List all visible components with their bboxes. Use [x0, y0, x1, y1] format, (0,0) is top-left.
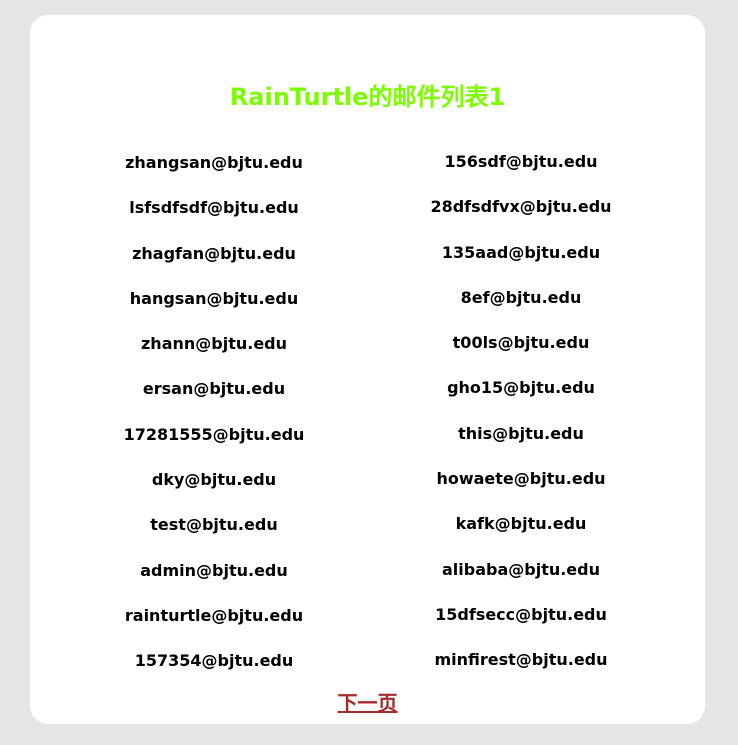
email-item: admin@bjtu.edu [140, 560, 288, 580]
email-list-right-column: 156sdf@bjtu.edu 28dfsdfvx@bjtu.edu 135aa… [398, 152, 644, 696]
email-item: howaete@bjtu.edu [436, 469, 606, 489]
email-item: hangsan@bjtu.edu [129, 288, 299, 308]
email-list-left-column: zhangsan@bjtu.edu lsfsdfsdf@bjtu.edu zha… [90, 153, 338, 697]
email-list-card: RainTurtle的邮件列表1 zhangsan@bjtu.edu lsfsd… [30, 15, 705, 724]
email-item: 156sdf@bjtu.edu [444, 152, 598, 171]
email-item: gho15@bjtu.edu [447, 378, 595, 398]
email-item: this@bjtu.edu [458, 423, 584, 443]
email-item: test@bjtu.edu [150, 515, 278, 535]
email-item: kafk@bjtu.edu [455, 514, 587, 534]
email-item: alibaba@bjtu.edu [441, 559, 600, 579]
email-item: ersan@bjtu.edu [142, 379, 286, 399]
email-item: 28dfsdfvx@bjtu.edu [430, 197, 612, 217]
email-item: 8ef@bjtu.edu [460, 287, 582, 307]
email-item: 135aad@bjtu.edu [441, 242, 601, 262]
email-item: zhann@bjtu.edu [140, 334, 288, 354]
email-item: zhagfan@bjtu.edu [132, 243, 296, 263]
email-item: rainturtle@bjtu.edu [124, 605, 304, 625]
pagination: 下一页 [30, 687, 705, 716]
email-item: 17281555@bjtu.edu [123, 424, 305, 444]
email-item: 15dfsecc@bjtu.edu [435, 604, 607, 624]
email-item: zhangsan@bjtu.edu [125, 153, 303, 172]
page-title: RainTurtle的邮件列表1 [229, 83, 506, 111]
email-item: lsfsdfsdf@bjtu.edu [129, 198, 299, 218]
next-page-link[interactable]: 下一页 [338, 691, 398, 715]
email-item: t00ls@bjtu.edu [452, 333, 590, 353]
email-item: dky@bjtu.edu [151, 470, 277, 490]
